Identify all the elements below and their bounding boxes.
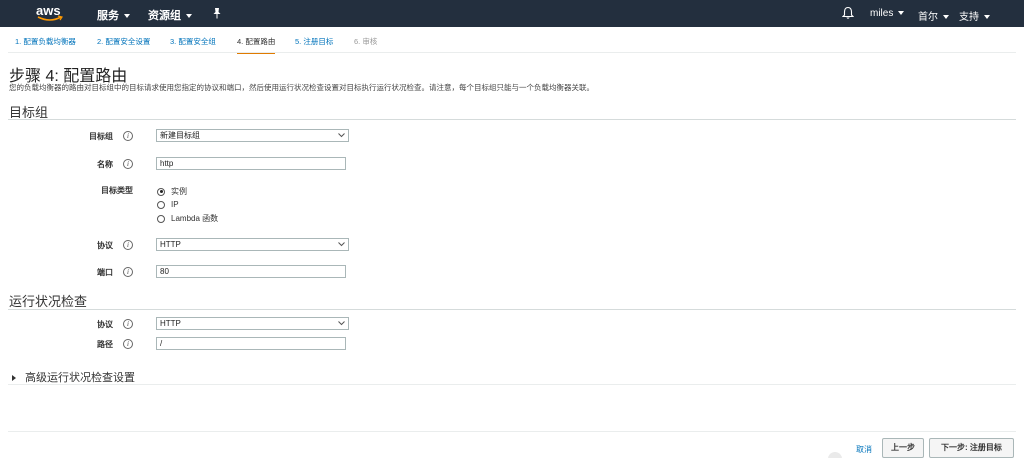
port-input[interactable]: 80 — [156, 265, 346, 278]
services-menu-label: 服务 — [97, 10, 119, 22]
chevron-down-icon — [338, 242, 345, 247]
support-menu-label: 支持 — [959, 12, 979, 23]
target-type-option-label: IP — [171, 200, 179, 209]
chevron-down-icon — [943, 15, 949, 20]
tabs-divider — [8, 52, 1016, 53]
radio-unselected-icon — [157, 200, 165, 209]
protocol-select[interactable]: HTTP — [156, 238, 349, 251]
info-icon[interactable]: i — [123, 240, 133, 250]
chevron-down-icon — [186, 14, 192, 19]
services-menu[interactable]: 服务 — [97, 7, 130, 23]
section-divider — [8, 119, 1016, 120]
target-type-option-label: Lambda 函数 — [171, 214, 219, 223]
info-icon[interactable]: i — [123, 319, 133, 329]
aws-smile-icon — [37, 15, 63, 21]
health-check-path-label: 路径 — [97, 340, 113, 349]
user-menu-label: miles — [870, 8, 894, 19]
target-group-label: 目标组 — [89, 132, 113, 141]
target-type-option-instance[interactable]: 实例 — [157, 186, 187, 197]
radio-unselected-icon — [157, 214, 165, 223]
target-type-option-ip[interactable]: IP — [157, 200, 179, 209]
bell-icon[interactable] — [842, 6, 854, 20]
health-check-path-input[interactable]: / — [156, 337, 346, 350]
resource-groups-menu-label: 资源组 — [148, 10, 181, 22]
resource-groups-menu[interactable]: 资源组 — [148, 7, 192, 23]
region-menu[interactable]: 首尔 — [918, 8, 949, 23]
chevron-down-icon — [338, 321, 345, 326]
target-type-label: 目标类型 — [101, 186, 133, 195]
top-navigation-bar: aws 服务 资源组 miles 首尔 支持 — [0, 0, 1024, 27]
caret-right-icon — [12, 375, 16, 382]
pin-icon[interactable] — [211, 7, 223, 19]
info-icon[interactable]: i — [123, 131, 133, 141]
user-menu[interactable]: miles — [870, 8, 905, 19]
section-divider — [8, 384, 1016, 385]
info-icon[interactable]: i — [123, 159, 133, 169]
tab-step-3[interactable]: 3. 配置安全组 — [170, 36, 216, 52]
feedback-circle-icon — [828, 452, 842, 458]
support-menu[interactable]: 支持 — [959, 8, 990, 23]
chevron-down-icon — [124, 14, 130, 19]
health-check-protocol-label: 协议 — [97, 320, 113, 329]
aws-logo[interactable]: aws — [36, 3, 66, 24]
chevron-down-icon — [338, 133, 345, 138]
target-group-select[interactable]: 新建目标组 — [156, 129, 349, 142]
health-check-path-input-value: / — [160, 339, 163, 348]
target-type-option-lambda[interactable]: Lambda 函数 — [157, 213, 218, 224]
region-menu-label: 首尔 — [918, 12, 938, 23]
section-divider — [8, 309, 1016, 310]
port-input-value: 80 — [160, 267, 169, 276]
health-check-protocol-select-value: HTTP — [160, 319, 181, 328]
name-input[interactable]: http — [156, 157, 346, 170]
footer-divider — [8, 431, 1016, 432]
radio-selected-icon — [157, 187, 165, 196]
tab-step-1[interactable]: 1. 配置负载均衡器 — [15, 36, 76, 52]
previous-button[interactable]: 上一步 — [882, 438, 924, 458]
cancel-button[interactable]: 取消 — [856, 444, 872, 455]
next-register-targets-button[interactable]: 下一步: 注册目标 — [929, 438, 1014, 458]
name-input-value: http — [160, 159, 174, 168]
port-label: 端口 — [97, 268, 113, 277]
protocol-select-value: HTTP — [160, 240, 181, 249]
name-label: 名称 — [97, 160, 113, 169]
info-icon[interactable]: i — [123, 339, 133, 349]
tab-step-5[interactable]: 5. 注册目标 — [295, 36, 333, 52]
advanced-health-check-toggle[interactable]: 高级运行状况检查设置 — [12, 369, 135, 385]
health-check-heading: 运行状况检查 — [9, 294, 88, 309]
advanced-health-check-label: 高级运行状况检查设置 — [25, 372, 135, 384]
info-icon[interactable]: i — [123, 267, 133, 277]
chevron-down-icon — [984, 15, 990, 20]
page-description: 您的负载均衡器的路由对目标组中的目标请求使用您指定的协议和端口，然后使用运行状况… — [9, 83, 594, 92]
chevron-down-icon — [898, 11, 905, 16]
target-type-option-label: 实例 — [171, 187, 187, 196]
tab-step-2[interactable]: 2. 配置安全设置 — [97, 36, 150, 52]
target-group-select-value: 新建目标组 — [160, 131, 200, 140]
protocol-label: 协议 — [97, 241, 113, 250]
tab-step-6: 6. 审核 — [354, 37, 378, 46]
health-check-protocol-select[interactable]: HTTP — [156, 317, 349, 330]
